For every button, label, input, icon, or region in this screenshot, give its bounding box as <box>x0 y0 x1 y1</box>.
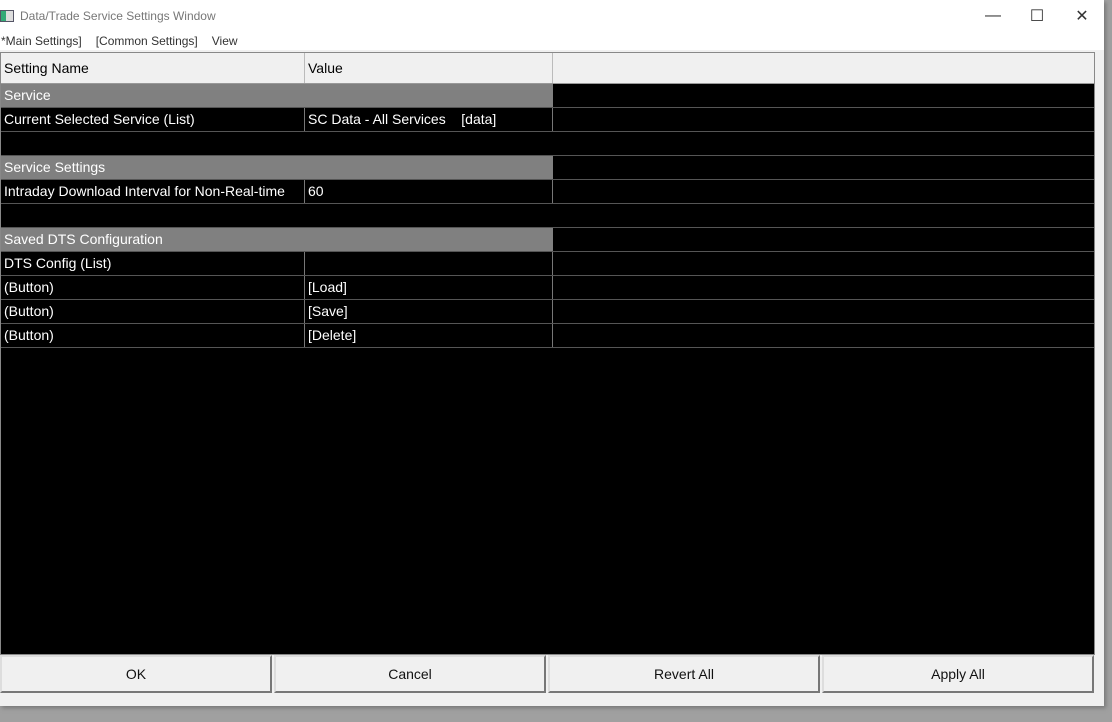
section-row: Service <box>1 84 1094 108</box>
setting-name: (Button) <box>1 276 305 299</box>
title-bar: Data/Trade Service Settings Window — ☐ ✕ <box>0 0 1104 32</box>
menu-common-settings[interactable]: [Common Settings] <box>96 34 198 48</box>
apply-all-button[interactable]: Apply All <box>822 655 1094 693</box>
setting-name: Intraday Download Interval for Non-Real-… <box>1 180 305 203</box>
setting-value[interactable]: [Delete] <box>305 324 553 347</box>
setting-value[interactable]: [Save] <box>305 300 553 323</box>
setting-value[interactable]: [Load] <box>305 276 553 299</box>
menu-bar: *Main Settings] [Common Settings] View <box>0 32 1104 50</box>
table-row[interactable]: (Button) [Load] <box>1 276 1094 300</box>
table-row[interactable]: (Button) [Save] <box>1 300 1094 324</box>
maximize-button[interactable]: ☐ <box>1014 0 1060 32</box>
settings-window: Data/Trade Service Settings Window — ☐ ✕… <box>0 0 1104 706</box>
setting-value[interactable] <box>305 252 553 275</box>
table-header: Setting Name Value <box>1 53 1094 84</box>
header-setting-name[interactable]: Setting Name <box>1 53 305 83</box>
minimize-button[interactable]: — <box>970 0 1016 32</box>
setting-name: (Button) <box>1 300 305 323</box>
table-row[interactable]: (Button) [Delete] <box>1 324 1094 348</box>
section-row: Service Settings <box>1 156 1094 180</box>
setting-name: (Button) <box>1 324 305 347</box>
menu-main-settings[interactable]: *Main Settings] <box>1 34 82 48</box>
empty-row <box>1 132 1094 156</box>
section-title: Service <box>1 84 553 107</box>
table-row[interactable]: Current Selected Service (List) SC Data -… <box>1 108 1094 132</box>
ok-button[interactable]: OK <box>0 655 272 693</box>
setting-value[interactable]: SC Data - All Services [data] <box>305 108 553 131</box>
section-title: Saved DTS Configuration <box>1 228 553 251</box>
setting-value[interactable]: 60 <box>305 180 553 203</box>
table-row[interactable]: DTS Config (List) <box>1 252 1094 276</box>
app-icon <box>0 10 14 22</box>
cancel-button[interactable]: Cancel <box>274 655 546 693</box>
table-row[interactable]: Intraday Download Interval for Non-Real-… <box>1 180 1094 204</box>
setting-name: DTS Config (List) <box>1 252 305 275</box>
section-row: Saved DTS Configuration <box>1 228 1094 252</box>
section-title: Service Settings <box>1 156 553 179</box>
empty-row <box>1 204 1094 228</box>
button-bar: OK Cancel Revert All Apply All <box>0 655 1096 693</box>
close-button[interactable]: ✕ <box>1059 0 1105 32</box>
menu-view[interactable]: View <box>212 34 238 48</box>
header-value[interactable]: Value <box>305 53 553 83</box>
setting-name: Current Selected Service (List) <box>1 108 305 131</box>
window-title: Data/Trade Service Settings Window <box>20 9 216 23</box>
settings-table: Setting Name Value Service Current Select… <box>0 52 1095 655</box>
revert-all-button[interactable]: Revert All <box>548 655 820 693</box>
